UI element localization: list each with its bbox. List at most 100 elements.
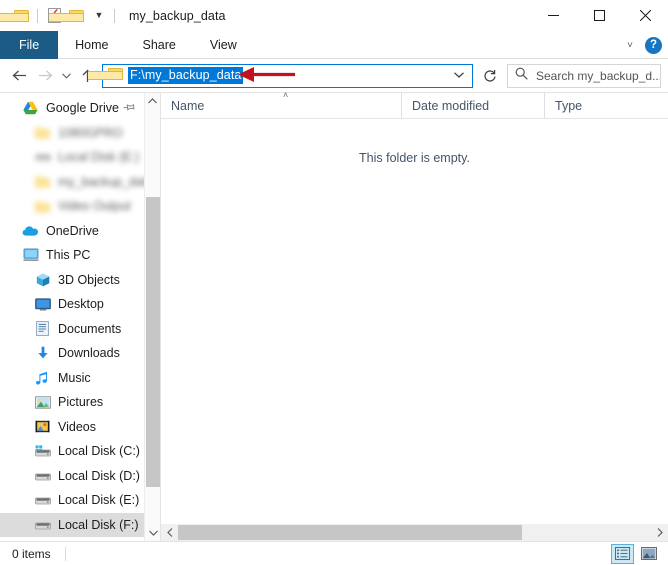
sidebar-item-local-disk-d[interactable]: Local Disk (D:) — [0, 464, 144, 489]
status-divider — [64, 546, 66, 561]
column-label: Date modified — [412, 98, 490, 113]
explorer-body: Google Drive 1080GPRO Local Disk (E:) my_ba… — [0, 89, 668, 541]
ribbon-right-controls: ˅ ? — [623, 31, 662, 59]
sidebar-item-local-disk-f[interactable]: Local Disk (F:) — [0, 512, 144, 537]
quick-access-toolbar: ▼ my_backup_data — [0, 5, 226, 27]
tab-view[interactable]: View — [193, 31, 254, 59]
sidebar-item-1080gpro[interactable]: 1080GPRO — [0, 121, 144, 146]
recent-locations-icon[interactable] — [58, 63, 75, 89]
column-header-type[interactable]: Type — [544, 92, 668, 119]
sort-ascending-icon: ˄ — [283, 89, 289, 100]
back-button[interactable] — [6, 63, 32, 89]
sidebar-item-local-disk-c[interactable]: Local Disk (C:) — [0, 439, 144, 464]
scroll-down-icon[interactable] — [145, 525, 160, 541]
sidebar-item-label: Video Output — [58, 199, 131, 214]
sidebar-item-label: This PC — [46, 248, 91, 263]
navigation-pane: Google Drive 1080GPRO Local Disk (E:) my_ba… — [0, 93, 160, 541]
documents-icon — [34, 320, 51, 337]
desktop-icon — [34, 296, 51, 313]
search-placeholder: Search my_backup_d... — [536, 68, 660, 83]
sidebar-item-label: 3D Objects — [58, 272, 120, 287]
drive-icon — [34, 516, 51, 533]
sidebar-item-label: Music — [58, 370, 91, 385]
qat-divider-1 — [37, 8, 38, 23]
address-bar[interactable]: F:\my_backup_data — [88, 63, 473, 88]
sidebar-item-onedrive[interactable]: OneDrive — [0, 219, 144, 244]
address-bar-path[interactable]: F:\my_backup_data — [128, 67, 244, 84]
drive-icon — [34, 149, 51, 166]
sidebar-item-3d-objects[interactable]: 3D Objects — [0, 268, 144, 293]
horizontal-scrollbar[interactable] — [161, 524, 668, 541]
videos-icon — [34, 418, 51, 435]
empty-folder-message: This folder is empty. — [359, 151, 470, 165]
title-bar: ▼ my_backup_data — [0, 0, 668, 31]
tab-file[interactable]: File — [0, 31, 59, 59]
sidebar-item-my-backup-data[interactable]: my_backup_data — [0, 170, 153, 195]
sidebar-item-label: Downloads — [58, 346, 120, 361]
sidebar-scroll-thumb[interactable] — [146, 197, 160, 487]
sidebar-item-local-disk-e[interactable]: Local Disk (E:) — [0, 145, 144, 170]
sidebar-item-desktop[interactable]: Desktop — [0, 292, 144, 317]
file-explorer-window: ▼ my_backup_data File Home Share View ˅ … — [0, 0, 668, 565]
music-icon — [34, 369, 51, 386]
sidebar-item-label: Local Disk (E:) — [58, 150, 140, 165]
pin-icon[interactable] — [121, 100, 136, 116]
maximize-button[interactable] — [576, 0, 622, 31]
navigation-list: Google Drive 1080GPRO Local Disk (E:) my_ba… — [0, 93, 153, 541]
column-label: Name — [171, 98, 205, 113]
search-icon — [515, 67, 528, 85]
address-bar-row: F:\my_backup_data Search my_backup_d... — [0, 59, 668, 92]
window-controls — [530, 0, 668, 31]
window-title: my_backup_data — [129, 8, 226, 23]
ribbon-tabs: File Home Share View ˅ ? — [0, 31, 668, 59]
3d-objects-icon — [34, 271, 51, 288]
sidebar-item-video-output[interactable]: Video Output — [0, 194, 144, 219]
scroll-right-icon[interactable] — [651, 524, 668, 541]
sidebar-item-label: Local Disk (C:) — [58, 444, 140, 459]
this-pc-icon — [22, 247, 39, 264]
sidebar-item-videos[interactable]: Videos — [0, 415, 144, 440]
column-header-date-modified[interactable]: Date modified — [401, 92, 544, 119]
folder-icon — [34, 124, 51, 141]
file-list[interactable]: This folder is empty. — [161, 119, 668, 524]
minimize-button[interactable] — [530, 0, 576, 31]
folder-icon — [34, 173, 51, 190]
folder-icon[interactable] — [0, 5, 32, 27]
drive-icon — [34, 467, 51, 484]
sidebar-item-documents[interactable]: Documents — [0, 317, 144, 342]
horizontal-scroll-thumb[interactable] — [178, 525, 522, 540]
column-header-name[interactable]: Name ˄ — [161, 89, 401, 119]
address-dropdown-icon[interactable] — [454, 70, 464, 81]
sidebar-item-local-disk-e[interactable]: Local Disk (E:) — [0, 488, 144, 513]
close-button[interactable] — [622, 0, 668, 31]
sidebar-scrollbar[interactable] — [144, 93, 160, 541]
tab-home[interactable]: Home — [58, 31, 125, 59]
column-headers: Name ˄ Date modified Type — [161, 89, 668, 119]
drive-icon — [34, 492, 51, 509]
sidebar-item-pictures[interactable]: Pictures — [0, 390, 144, 415]
chevron-down-icon[interactable]: ˅ — [623, 40, 637, 51]
column-label: Type — [555, 98, 583, 113]
sidebar-item-this-pc[interactable]: This PC — [0, 243, 144, 268]
customize-dropdown-icon[interactable]: ▼ — [87, 5, 109, 27]
sidebar-item-label: Pictures — [58, 395, 104, 410]
onedrive-icon — [22, 222, 39, 239]
large-icons-view-button[interactable] — [637, 544, 660, 564]
sidebar-item-music[interactable]: Music — [0, 366, 144, 391]
new-folder-icon[interactable] — [48, 5, 87, 27]
status-bar: 0 items — [0, 541, 668, 565]
help-icon[interactable]: ? — [645, 36, 662, 54]
refresh-button[interactable] — [477, 64, 503, 88]
sidebar-item-downloads[interactable]: Downloads — [0, 341, 144, 366]
sidebar-item-label: Local Disk (D:) — [58, 468, 140, 483]
sidebar-item-label: Videos — [58, 419, 96, 434]
search-box[interactable]: Search my_backup_d... — [507, 63, 661, 88]
view-toggle-group — [611, 543, 660, 564]
sidebar-item-google-drive[interactable]: Google Drive — [0, 96, 144, 121]
forward-button[interactable] — [32, 63, 58, 89]
details-view-button[interactable] — [611, 543, 634, 564]
scroll-up-icon[interactable] — [145, 93, 160, 109]
tab-share[interactable]: Share — [126, 31, 193, 59]
scroll-left-icon[interactable] — [161, 524, 178, 541]
sidebar-item-label: Desktop — [58, 297, 104, 312]
